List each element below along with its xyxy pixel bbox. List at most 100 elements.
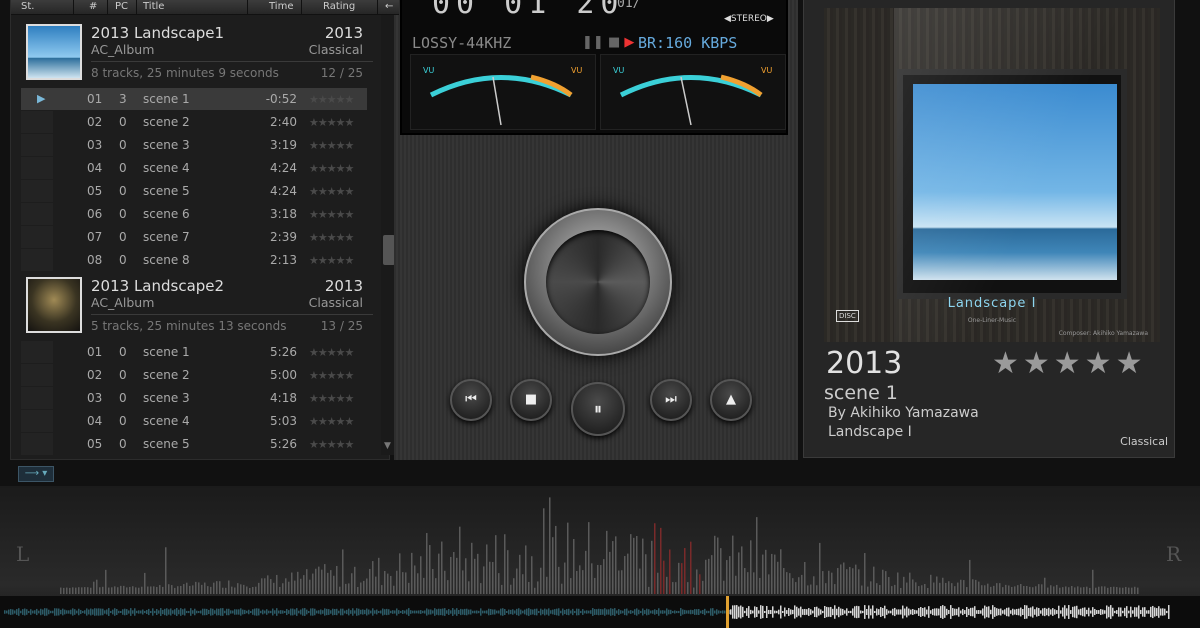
waveform-bar [1066,608,1068,616]
waveform-bar [600,609,602,615]
track-row[interactable]: 03 0 scene 3 3:19 ★★★★★ [21,134,367,156]
waveform-bar [512,609,514,615]
waveform-bar [304,608,306,616]
spectrum-bar [843,562,845,594]
track-row[interactable]: 03 0 scene 3 4:18 ★★★★★ [21,387,367,409]
spectrum-bar [690,541,692,594]
track-rating[interactable]: ★★★★★ [309,415,354,428]
waveform-bar [212,608,214,616]
track-rating[interactable]: ★★★★★ [309,392,354,405]
track-row[interactable]: 04 0 scene 4 4:24 ★★★★★ [21,157,367,179]
waveform-bar [1070,610,1072,614]
previous-button[interactable]: ⏮ [450,379,492,421]
track-row[interactable]: 07 0 scene 7 2:39 ★★★★★ [21,226,367,248]
waveform-bar [882,607,884,617]
album-cover[interactable] [26,24,82,80]
waveform-bar [878,609,880,615]
vu-meter-left-graphic: VU VU [423,66,582,126]
volume-knob[interactable] [524,208,672,356]
track-rating[interactable]: ★★★★★ [309,438,354,451]
waveform-bar [60,609,62,615]
spectrum-bar [486,544,488,594]
scroll-down-icon[interactable]: ▼ [384,441,391,451]
track-rating[interactable]: ★★★★★ [309,208,354,221]
waveform-seekbar[interactable] [0,596,1200,628]
column-number[interactable]: # [89,1,97,12]
track-row[interactable]: 01 0 scene 1 5:26 ★★★★★ [21,341,367,363]
spectrum-bar [78,587,80,594]
spectrum-bar [456,557,458,594]
waveform-bar [550,610,552,614]
pause-button[interactable]: ⏸ [571,382,625,436]
spectrum-bar [192,585,194,594]
spectrum-bar [135,587,137,594]
spectrum-bar [447,580,449,594]
spectrum-bar [771,553,773,594]
spectrum-bar [1014,586,1016,594]
spectrum-bar [999,583,1001,594]
column-time[interactable]: Time [269,1,293,12]
column-rating[interactable]: Rating [323,1,355,12]
track-row[interactable]: 05 0 scene 5 5:26 ★★★★★ [21,433,367,455]
column-playcount[interactable]: PC [115,1,128,12]
track-row[interactable]: 06 0 scene 6 3:18 ★★★★★ [21,203,367,225]
eject-button[interactable]: ▲ [710,379,752,421]
track-rating[interactable]: ★★★★★ [309,162,354,175]
track-rating[interactable]: ★★★★★ [309,254,354,267]
spectrum-bar [888,577,890,594]
waveform-bar [616,610,618,614]
track-row[interactable]: 05 0 scene 5 4:24 ★★★★★ [21,180,367,202]
waveform-bar [350,610,352,614]
waveform-bar [450,610,452,614]
next-button[interactable]: ⏭ [650,379,692,421]
track-rating[interactable]: ★★★★★ [309,93,354,106]
album-art-caption: Landscape Ⅰ [947,296,1037,311]
playback-mode-button[interactable]: ⟶ ▾ [18,466,54,482]
spectrum-bar [315,568,317,594]
waveform-bar [802,609,804,615]
spectrum-bar [588,522,590,594]
track-rating[interactable]: ★★★★★ [309,346,354,359]
track-row[interactable]: 08 0 scene 8 2:13 ★★★★★ [21,249,367,271]
album-art[interactable]: DISC Landscape Ⅰ One-Liner-Music Compose… [824,8,1160,342]
spectrum-bar [912,579,914,594]
spectrum-bar [933,582,935,594]
waveform-bar [262,609,264,615]
track-rating[interactable]: ★★★★★ [309,231,354,244]
waveform-bar [1164,608,1166,616]
track-number: 01 [87,92,103,106]
waveform-bar [1090,610,1092,614]
stop-button[interactable]: ■ [510,379,552,421]
waveform-bar [276,608,278,616]
waveform-bar [598,608,600,616]
column-title[interactable]: Title [143,1,164,12]
column-menu-arrow[interactable]: ← [385,1,393,12]
waveform-bar [218,608,220,616]
track-row[interactable]: 02 0 scene 2 2:40 ★★★★★ [21,111,367,133]
spectrum-bar [99,587,101,594]
waveform-bar [688,610,690,614]
mini-stop-icon[interactable]: ■ [608,35,620,50]
spectrum-bar [75,587,77,594]
waveform-bar [546,609,548,615]
waveform-bar [662,610,664,614]
waveform-bar [716,609,718,615]
playlist-panel: St. # PC Title Time Rating ← 2013 Landsc… [10,0,399,460]
track-rating[interactable]: ★★★★★ [309,185,354,198]
album-art-subcaption: One-Liner-Music [967,317,1017,324]
spectrum-bar [885,571,887,594]
spectrum-bar [333,575,335,594]
track-rating[interactable]: ★★★★★ [309,369,354,382]
waveform-bar [12,609,14,615]
album-cover[interactable] [26,277,82,333]
now-playing-rating[interactable]: ★★★★★ [992,346,1146,381]
waveform-bar [648,609,650,615]
mini-play-icon[interactable]: ▶ [624,35,634,50]
track-rating[interactable]: ★★★★★ [309,139,354,152]
mini-pause-icon[interactable]: ❚❚ [582,35,604,50]
track-row[interactable]: 02 0 scene 2 5:00 ★★★★★ [21,364,367,386]
track-row[interactable]: ▶ 01 3 scene 1 -0:52 ★★★★★ [21,88,367,110]
column-status[interactable]: St. [21,1,34,12]
track-rating[interactable]: ★★★★★ [309,116,354,129]
track-row[interactable]: 04 0 scene 4 5:03 ★★★★★ [21,410,367,432]
